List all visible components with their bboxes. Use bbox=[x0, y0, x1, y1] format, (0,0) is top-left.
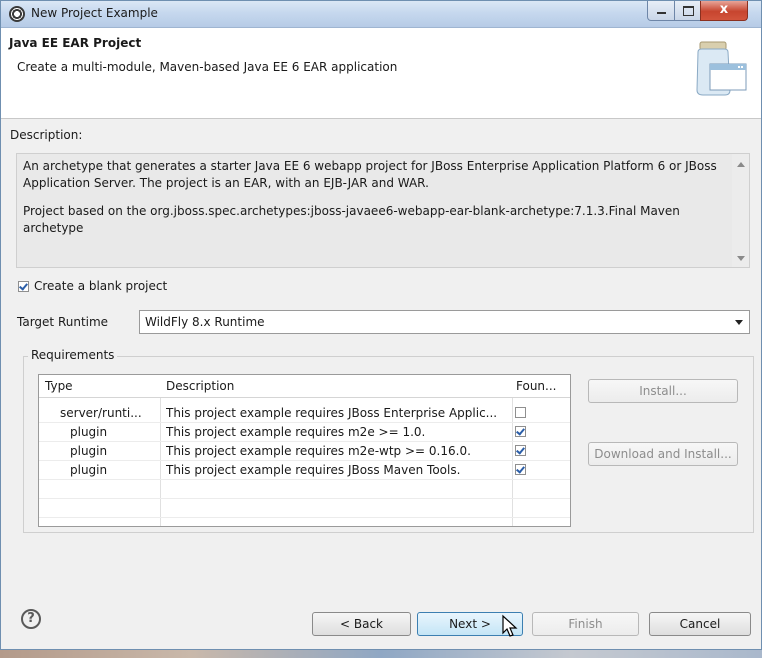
jar-icon bbox=[696, 41, 747, 96]
download-and-install-button[interactable]: Download and Install... bbox=[588, 442, 738, 466]
table-row bbox=[39, 480, 570, 499]
blank-project-label[interactable]: Create a blank project bbox=[34, 279, 167, 293]
table-row[interactable]: server/runti... This project example req… bbox=[39, 404, 570, 423]
close-icon: x bbox=[719, 2, 729, 17]
description-label: Description: bbox=[10, 128, 83, 142]
description-paragraph-2: Project based on the org.jboss.spec.arch… bbox=[23, 204, 680, 235]
taskbar-strip bbox=[0, 650, 762, 658]
target-runtime-select[interactable]: WildFly 8.x Runtime bbox=[139, 310, 750, 334]
mouse-cursor-icon bbox=[502, 614, 518, 637]
title-bar[interactable]: New Project Example x bbox=[1, 1, 761, 28]
dialog-window: New Project Example x Java EE EAR Projec… bbox=[0, 0, 762, 650]
table-header: Type Description Foun... bbox=[39, 375, 570, 398]
scroll-up-icon[interactable] bbox=[737, 162, 745, 167]
install-button[interactable]: Install... bbox=[588, 379, 738, 403]
target-runtime-label: Target Runtime bbox=[17, 315, 109, 329]
table-row[interactable]: plugin This project example requires m2e… bbox=[39, 423, 570, 442]
eclipse-app-icon bbox=[9, 6, 25, 22]
table-row bbox=[39, 499, 570, 518]
found-checkbox bbox=[515, 464, 526, 475]
table-row[interactable]: plugin This project example requires JBo… bbox=[39, 461, 570, 480]
column-found[interactable]: Foun... bbox=[516, 379, 556, 393]
table-row[interactable]: plugin This project example requires m2e… bbox=[39, 442, 570, 461]
column-type[interactable]: Type bbox=[45, 379, 73, 393]
blank-project-checkbox[interactable] bbox=[18, 281, 29, 292]
back-button[interactable]: < Back bbox=[312, 612, 411, 636]
target-runtime-value: WildFly 8.x Runtime bbox=[145, 315, 265, 329]
requirements-label: Requirements bbox=[28, 348, 118, 362]
finish-button[interactable]: Finish bbox=[532, 612, 639, 636]
description-scrollbar[interactable] bbox=[732, 154, 749, 267]
wizard-title: Java EE EAR Project bbox=[9, 36, 142, 50]
close-button[interactable]: x bbox=[700, 1, 748, 21]
chevron-down-icon[interactable] bbox=[735, 320, 743, 325]
found-checkbox bbox=[515, 445, 526, 456]
description-box: An archetype that generates a starter Ja… bbox=[16, 153, 750, 268]
minimize-button[interactable] bbox=[647, 1, 675, 21]
wizard-subtitle: Create a multi-module, Maven-based Java … bbox=[17, 60, 398, 74]
found-checkbox bbox=[515, 426, 526, 437]
description-paragraph-1: An archetype that generates a starter Ja… bbox=[23, 159, 717, 190]
help-icon[interactable]: ? bbox=[21, 609, 41, 629]
scroll-down-icon[interactable] bbox=[737, 256, 745, 261]
found-checkbox bbox=[515, 407, 526, 418]
window-title: New Project Example bbox=[31, 6, 158, 20]
column-description[interactable]: Description bbox=[166, 379, 234, 393]
cancel-button[interactable]: Cancel bbox=[649, 612, 751, 636]
wizard-header: Java EE EAR Project Create a multi-modul… bbox=[1, 28, 761, 119]
maximize-button[interactable] bbox=[674, 1, 701, 21]
requirements-table: Type Description Foun... server/runti...… bbox=[38, 374, 571, 527]
